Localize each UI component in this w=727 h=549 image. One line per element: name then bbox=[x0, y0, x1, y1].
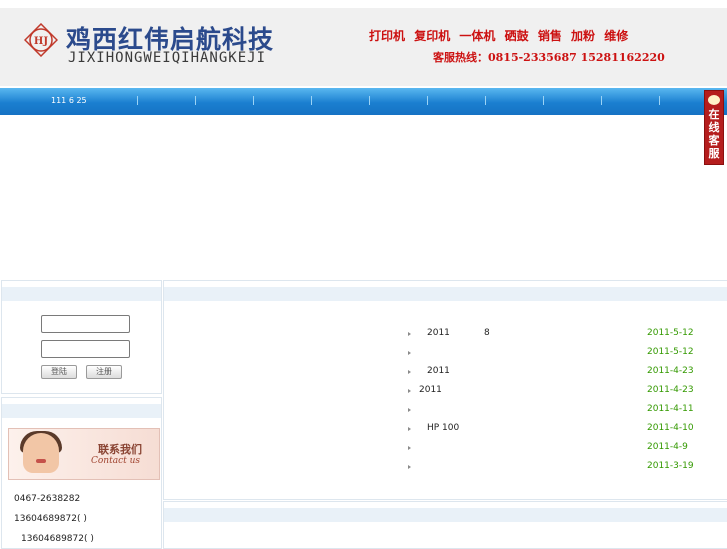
chat-bubble-icon bbox=[708, 95, 720, 105]
news-row[interactable]: 2011-4-11 bbox=[164, 404, 727, 418]
bullet-icon bbox=[408, 465, 411, 469]
news-title[interactable]: 2011 bbox=[427, 328, 450, 338]
news-date: 2011-4-9 bbox=[647, 442, 688, 452]
news-panel: 2011 8 2011-5-12 2011-5-12 2011 2011-4-2… bbox=[163, 280, 727, 500]
site-header: HJ 鸡西红伟启航科技 JIXIHONGWEIQIHANGKEJI 打印机 复印… bbox=[0, 8, 727, 86]
service-list: 打印机 复印机 一体机 硒鼓 销售 加粉 维修 bbox=[369, 27, 633, 44]
contact-panel: 联系我们 Contact us 0467-2638282 13604689872… bbox=[1, 397, 162, 549]
operator-avatar bbox=[23, 433, 59, 473]
news-title[interactable]: 2011 bbox=[427, 366, 450, 376]
nav-item[interactable]: 111 6 25 bbox=[51, 96, 87, 105]
news-date: 2011-4-23 bbox=[647, 385, 694, 395]
nav-separator bbox=[311, 96, 312, 105]
site-title-pinyin: JIXIHONGWEIQIHANGKEJI bbox=[68, 50, 267, 66]
bullet-icon bbox=[408, 427, 411, 431]
service-item: 加粉 bbox=[571, 29, 596, 43]
service-item: 一体机 bbox=[459, 29, 496, 43]
bullet-icon bbox=[408, 370, 411, 374]
service-item: 销售 bbox=[537, 29, 562, 43]
news-row[interactable]: 2011-3-19 bbox=[164, 461, 727, 475]
panel-header bbox=[164, 508, 727, 522]
product-panel bbox=[163, 501, 727, 549]
nav-separator bbox=[253, 96, 254, 105]
register-button[interactable]: 注册 bbox=[86, 365, 122, 379]
news-date: 2011-5-12 bbox=[647, 328, 694, 338]
svg-text:HJ: HJ bbox=[34, 36, 48, 47]
news-title[interactable]: HP 100 bbox=[427, 423, 459, 433]
contact-title: 联系我们 bbox=[98, 443, 142, 456]
login-button[interactable]: 登陆 bbox=[41, 365, 77, 379]
news-row[interactable]: 2011 2011-4-23 bbox=[164, 366, 727, 380]
logo-icon: HJ bbox=[23, 22, 59, 58]
service-item: 维修 bbox=[604, 29, 629, 43]
news-row[interactable]: HP 100 2011-4-10 bbox=[164, 423, 727, 437]
hotline-text: 客服热线：0815-2335687 15281162220 bbox=[433, 51, 665, 64]
nav-separator bbox=[601, 96, 602, 105]
news-row[interactable]: 2011-5-12 bbox=[164, 347, 727, 361]
bullet-icon bbox=[408, 332, 411, 336]
nav-separator bbox=[543, 96, 544, 105]
news-title[interactable]: 2011 bbox=[419, 385, 442, 395]
news-date: 2011-4-11 bbox=[647, 404, 694, 414]
contact-subtitle: Contact us bbox=[91, 456, 141, 466]
news-date: 2011-4-23 bbox=[647, 366, 694, 376]
online-service-button[interactable]: 在线客服 bbox=[704, 90, 724, 165]
nav-separator bbox=[137, 96, 138, 105]
news-row[interactable]: 2011 8 2011-5-12 bbox=[164, 328, 727, 342]
bullet-icon bbox=[408, 446, 411, 450]
nav-separator bbox=[369, 96, 370, 105]
news-date: 2011-4-10 bbox=[647, 423, 694, 433]
news-row[interactable]: 2011 2011-4-23 bbox=[164, 385, 727, 399]
nav-separator bbox=[427, 96, 428, 105]
service-item: 打印机 bbox=[369, 29, 406, 43]
panel-header bbox=[2, 404, 161, 418]
bullet-icon bbox=[408, 389, 411, 393]
phone-number: 0467-2638282 bbox=[14, 494, 81, 504]
login-panel: 登陆 注册 bbox=[1, 280, 162, 394]
username-input[interactable] bbox=[41, 315, 130, 333]
contact-banner[interactable]: 联系我们 Contact us bbox=[8, 428, 160, 480]
bullet-icon bbox=[408, 408, 411, 412]
news-date: 2011-3-19 bbox=[647, 461, 694, 471]
main-nav: 111 6 25 bbox=[0, 88, 727, 115]
phone-number: 13604689872( ) bbox=[14, 514, 87, 524]
nav-separator bbox=[195, 96, 196, 105]
news-title-extra: 8 bbox=[484, 328, 490, 338]
service-item: 复印机 bbox=[414, 29, 451, 43]
phone-number: 13604689872( ) bbox=[21, 534, 94, 544]
bullet-icon bbox=[408, 351, 411, 355]
panel-header bbox=[164, 287, 727, 301]
news-row[interactable]: 2011-4-9 bbox=[164, 442, 727, 456]
operator-lips bbox=[36, 459, 46, 463]
online-service-label: 在线客服 bbox=[708, 108, 720, 160]
nav-separator bbox=[485, 96, 486, 105]
news-date: 2011-5-12 bbox=[647, 347, 694, 357]
nav-separator bbox=[659, 96, 660, 105]
password-input[interactable] bbox=[41, 340, 130, 358]
panel-header bbox=[2, 287, 161, 301]
service-item: 硒鼓 bbox=[504, 29, 529, 43]
